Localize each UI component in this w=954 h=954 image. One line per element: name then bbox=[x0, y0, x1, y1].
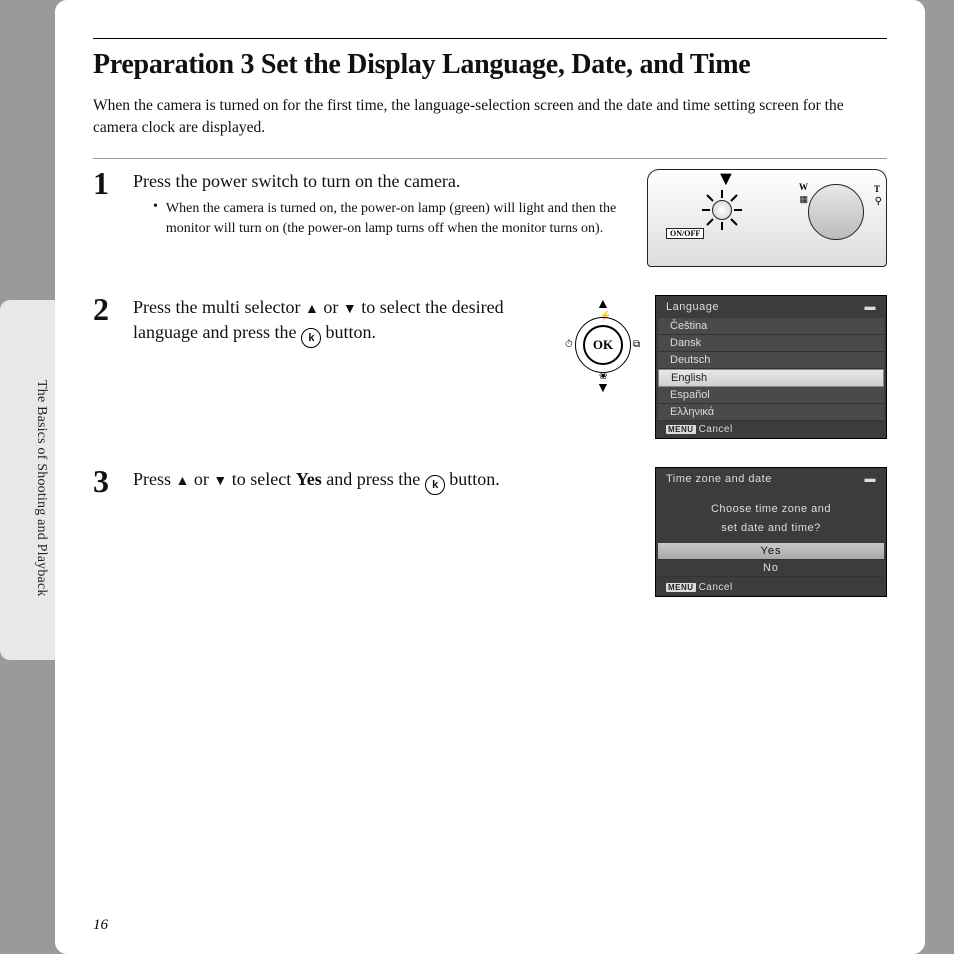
manual-page: Preparation 3 Set the Display Language, … bbox=[55, 0, 925, 954]
intro-text: When the camera is turned on for the fir… bbox=[93, 95, 887, 140]
language-option: Deutsch bbox=[658, 352, 884, 369]
zoom-t-label: T bbox=[874, 184, 880, 194]
option-yes: Yes bbox=[658, 543, 884, 560]
up-triangle-icon: ▲ bbox=[176, 474, 190, 489]
option-no: No bbox=[658, 560, 884, 577]
cancel-label: Cancel bbox=[699, 582, 733, 593]
screen-title: Language bbox=[666, 301, 719, 313]
ok-button-icon: k bbox=[301, 328, 321, 348]
magnify-icon: ⚲ bbox=[875, 196, 882, 207]
menu-tag: MENU bbox=[666, 425, 696, 434]
step-heading: Press the multi selector ▲ or ▼ to selec… bbox=[133, 295, 545, 348]
battery-icon: ▬ bbox=[865, 473, 877, 485]
side-tab bbox=[0, 300, 60, 660]
language-option: Čeština bbox=[658, 318, 884, 335]
prompt-line: Choose time zone and bbox=[670, 500, 872, 519]
cancel-label: Cancel bbox=[699, 424, 733, 435]
timer-icon: ⏱ bbox=[565, 339, 573, 350]
down-triangle-icon: ▼ bbox=[213, 474, 227, 489]
camera-top-illustration: ▼ ON/OFF W T ▦ ⚲ bbox=[647, 169, 887, 267]
mode-dial-icon bbox=[808, 184, 864, 240]
battery-icon: ▬ bbox=[865, 301, 877, 313]
bullet-icon: • bbox=[153, 199, 158, 238]
step-3: 3 Press ▲ or ▼ to select Yes and press t… bbox=[93, 457, 887, 597]
language-option-selected: English bbox=[658, 369, 884, 387]
language-list: Čeština Dansk Deutsch English Español Ελ… bbox=[658, 318, 884, 421]
step-2: 2 Press the multi selector ▲ or ▼ to sel… bbox=[93, 285, 887, 439]
screen-title: Time zone and date bbox=[666, 473, 772, 485]
multi-selector-illustration: ▲ ⚡ OK ⏱ ⧉ ❀ ▼ bbox=[563, 295, 643, 395]
menu-tag: MENU bbox=[666, 583, 696, 592]
page-number: 16 bbox=[93, 917, 108, 934]
power-button-icon bbox=[712, 200, 732, 220]
up-triangle-icon: ▲ bbox=[305, 302, 319, 317]
timezone-screen: Time zone and date ▬ Choose time zone an… bbox=[655, 467, 887, 597]
down-triangle-icon: ▼ bbox=[343, 302, 357, 317]
step-1: 1 Press the power switch to turn on the … bbox=[93, 159, 887, 267]
step-heading: Press ▲ or ▼ to select Yes and press the… bbox=[133, 467, 643, 495]
page-title: Preparation 3 Set the Display Language, … bbox=[93, 49, 887, 81]
prompt-line: set date and time? bbox=[670, 519, 872, 538]
ok-button-icon: k bbox=[425, 475, 445, 495]
language-option: Dansk bbox=[658, 335, 884, 352]
onoff-label: ON/OFF bbox=[666, 228, 704, 239]
thumbnail-icon: ▦ bbox=[799, 194, 808, 205]
side-section-label: The Basics of Shooting and Playback bbox=[33, 380, 49, 597]
language-option: Español bbox=[658, 387, 884, 404]
ok-button: OK bbox=[583, 325, 623, 365]
bullet-text: When the camera is turned on, the power-… bbox=[166, 199, 635, 238]
step-heading: Press the power switch to turn on the ca… bbox=[133, 169, 635, 193]
exposure-icon: ⧉ bbox=[633, 339, 640, 350]
down-triangle-icon: ▼ bbox=[596, 381, 610, 397]
language-screen: Language ▬ Čeština Dansk Deutsch English… bbox=[655, 295, 887, 439]
zoom-w-label: W bbox=[799, 182, 808, 192]
step-number: 2 bbox=[93, 293, 121, 439]
language-option: Ελληνικά bbox=[658, 404, 884, 421]
step-number: 3 bbox=[93, 465, 121, 597]
step-number: 1 bbox=[93, 167, 121, 267]
